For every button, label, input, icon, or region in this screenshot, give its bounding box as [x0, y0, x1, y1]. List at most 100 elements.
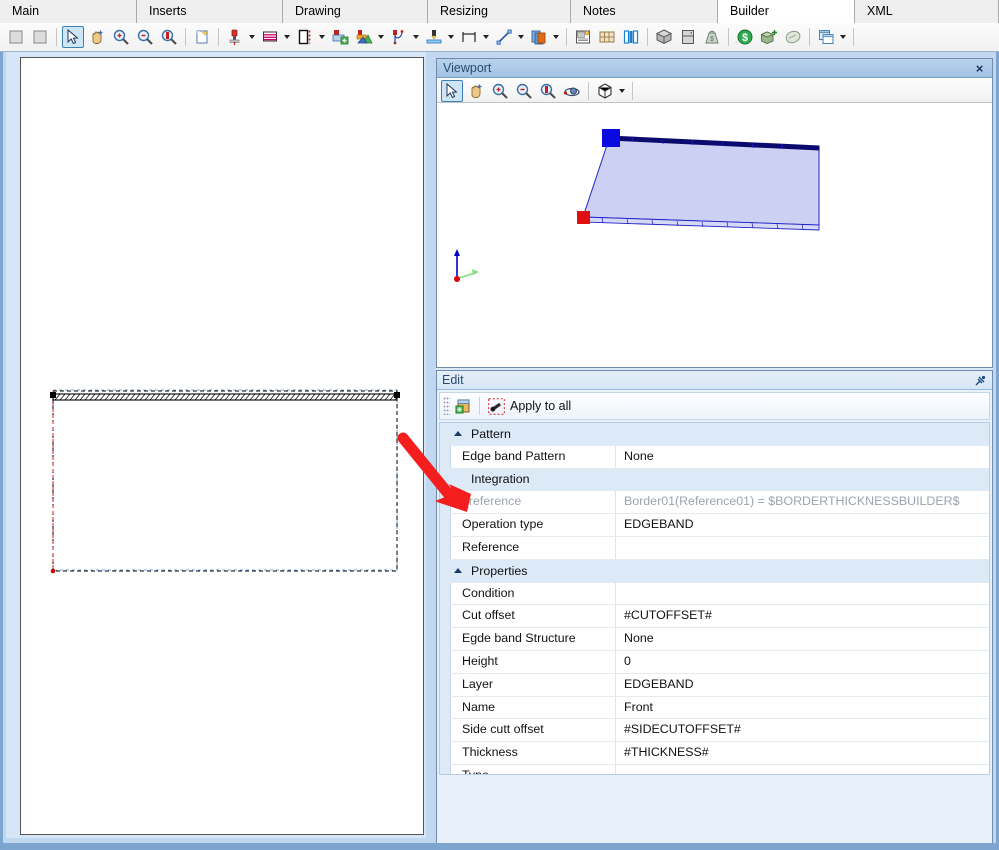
- property-value[interactable]: #SIDECUTOFFSET#: [616, 719, 989, 742]
- pocket-tool-icon[interactable]: [353, 26, 375, 48]
- chevron-down-icon[interactable]: [446, 26, 455, 48]
- nesting-icon[interactable]: [596, 26, 618, 48]
- chevron-down-icon[interactable]: [551, 26, 560, 48]
- vp-orbit-icon[interactable]: [561, 80, 583, 102]
- property-value[interactable]: None: [616, 445, 989, 468]
- select-arrow-icon[interactable]: [62, 26, 84, 48]
- property-value[interactable]: #THICKNESS#: [616, 742, 989, 764]
- property-row[interactable]: Operation type EDGEBAND: [440, 514, 989, 537]
- chevron-down-icon[interactable]: [376, 26, 385, 48]
- tab-resizing[interactable]: Resizing: [428, 0, 571, 23]
- zoom-window-icon[interactable]: [158, 26, 180, 48]
- property-category-integration[interactable]: Integration: [440, 468, 989, 492]
- dimension-icon[interactable]: [458, 26, 480, 48]
- close-icon[interactable]: ×: [972, 61, 987, 76]
- property-value[interactable]: EDGEBAND: [616, 673, 989, 696]
- chevron-down-icon[interactable]: [282, 26, 291, 48]
- contour-tool-icon[interactable]: [388, 26, 410, 48]
- vp-zoom-window-icon[interactable]: [537, 80, 559, 102]
- property-row[interactable]: Edge band Pattern None: [440, 445, 989, 469]
- property-name: Reference: [451, 536, 616, 559]
- drawing-canvas[interactable]: [20, 57, 424, 835]
- tab-label: Notes: [583, 4, 616, 18]
- chevron-down-icon[interactable]: [617, 80, 626, 102]
- vp-pan-hand-icon[interactable]: [465, 80, 487, 102]
- property-value[interactable]: None: [616, 628, 989, 650]
- property-value[interactable]: #CUTOFFSET#: [616, 605, 989, 628]
- panel-edge-icon[interactable]: [294, 26, 316, 48]
- pan-hand-icon[interactable]: [86, 26, 108, 48]
- tab-main[interactable]: Main: [0, 0, 137, 23]
- cabinet-icon[interactable]: [677, 26, 699, 48]
- property-row[interactable]: _reference Border01(Reference01) = $BORDE…: [440, 491, 989, 515]
- tab-label: Resizing: [440, 4, 488, 18]
- add-element-icon[interactable]: [452, 395, 474, 417]
- groove-tool-icon[interactable]: [423, 26, 445, 48]
- chevron-down-icon[interactable]: [247, 26, 256, 48]
- vp-select-arrow-icon[interactable]: [441, 79, 463, 102]
- zoom-out-icon[interactable]: [134, 26, 156, 48]
- collapse-chevron-icon[interactable]: [451, 423, 465, 445]
- chevron-down-icon[interactable]: [516, 26, 525, 48]
- property-row[interactable]: Egde band Structure None: [440, 628, 989, 651]
- measure-line-icon[interactable]: [493, 26, 515, 48]
- property-value[interactable]: [616, 582, 989, 605]
- tab-xml[interactable]: XML: [855, 0, 999, 23]
- toolbar-drag-grip[interactable]: [443, 397, 450, 415]
- property-value[interactable]: Border01(Reference01) = $BORDERTHICKNESS…: [616, 491, 989, 514]
- moneybag-icon[interactable]: $: [701, 26, 723, 48]
- drawing-pane-inner: [6, 52, 426, 838]
- redo-icon[interactable]: [29, 26, 51, 48]
- property-row[interactable]: Name Front: [440, 696, 989, 720]
- property-category-pattern[interactable]: Pattern: [440, 423, 989, 446]
- window-frame-bottom: [0, 843, 999, 850]
- property-row[interactable]: Type: [440, 764, 989, 774]
- chevron-down-icon[interactable]: [838, 26, 847, 48]
- windows-icon[interactable]: [815, 26, 837, 48]
- price-icon[interactable]: $: [734, 26, 756, 48]
- new-sheet-icon[interactable]: [191, 26, 213, 48]
- collapse-chevron-icon[interactable]: [451, 560, 465, 582]
- property-value[interactable]: [616, 536, 989, 559]
- chevron-down-icon[interactable]: [411, 26, 420, 48]
- viewport-3d-canvas[interactable]: [437, 103, 992, 367]
- property-value[interactable]: 0: [616, 650, 989, 673]
- property-row[interactable]: Thickness #THICKNESS#: [440, 742, 989, 765]
- property-row[interactable]: Side cutt offset #SIDECUTOFFSET#: [440, 719, 989, 743]
- tab-builder[interactable]: Builder: [718, 0, 855, 23]
- add-machining-icon[interactable]: [329, 26, 351, 48]
- property-category-properties[interactable]: Properties: [440, 559, 989, 583]
- pin-icon[interactable]: [973, 374, 987, 388]
- note-icon[interactable]: [782, 26, 804, 48]
- report-icon[interactable]: [572, 26, 594, 48]
- chevron-down-icon[interactable]: [317, 26, 326, 48]
- undo-icon[interactable]: [5, 26, 27, 48]
- toolbar-separator: [185, 28, 186, 46]
- property-value[interactable]: Front: [616, 696, 989, 719]
- edgeband-layers-icon[interactable]: [259, 26, 281, 48]
- tab-inserts[interactable]: Inserts: [137, 0, 283, 23]
- chevron-down-icon[interactable]: [481, 26, 490, 48]
- property-value[interactable]: [616, 764, 989, 774]
- apply-to-all-button[interactable]: Apply to all: [485, 395, 576, 417]
- property-row[interactable]: Height 0: [440, 650, 989, 674]
- toolbar-separator: [647, 28, 648, 46]
- property-row[interactable]: Reference: [440, 536, 989, 560]
- toolbar-separator: [853, 28, 854, 46]
- vp-zoom-out-icon[interactable]: [513, 80, 535, 102]
- add-part-icon[interactable]: [758, 26, 780, 48]
- drill-tool-icon[interactable]: [224, 26, 246, 48]
- property-row[interactable]: Condition: [440, 582, 989, 606]
- tab-notes[interactable]: Notes: [571, 0, 718, 23]
- stack-view-icon[interactable]: [620, 26, 642, 48]
- box-3d-icon[interactable]: [653, 26, 675, 48]
- property-row[interactable]: Layer EDGEBAND: [440, 673, 989, 697]
- vp-view-cube-icon[interactable]: [594, 80, 616, 102]
- property-grid[interactable]: Pattern Edge band Pattern None Integration _…: [439, 422, 990, 775]
- tab-drawing[interactable]: Drawing: [283, 0, 428, 23]
- property-row[interactable]: Cut offset #CUTOFFSET#: [440, 605, 989, 629]
- property-value[interactable]: EDGEBAND: [616, 514, 989, 536]
- material-icon[interactable]: [528, 26, 550, 48]
- vp-zoom-in-icon[interactable]: [489, 80, 511, 102]
- zoom-in-icon[interactable]: [110, 26, 132, 48]
